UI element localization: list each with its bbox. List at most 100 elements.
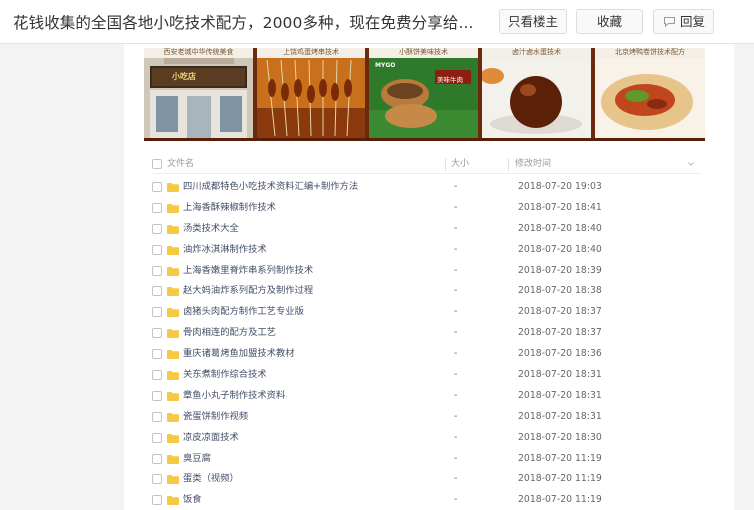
row-checkbox[interactable] — [152, 474, 162, 485]
file-row[interactable]: 卤猪头肉配方制作工艺专业版 - 2018-07-20 18:37 — [152, 302, 702, 323]
row-checkbox[interactable] — [152, 495, 162, 506]
folder-icon — [167, 475, 179, 485]
file-rows: 四川成都特色小吃技术资料汇编+制作方法 - 2018-07-20 19:03 上海香酥… — [152, 174, 702, 510]
file-row[interactable]: 蛋类（视频） - 2018-07-20 11:19 — [152, 469, 702, 490]
column-modified-time[interactable]: 修改时间 — [515, 155, 551, 174]
banner-tile-skewers: 上饶鸡蛋烤串技术 — [257, 48, 365, 138]
folder-icon — [167, 412, 179, 422]
file-modified-time: 2018-07-20 18:37 — [518, 306, 602, 318]
row-checkbox[interactable] — [152, 390, 162, 401]
file-name-link[interactable]: 关东煮制作综合技术 — [183, 365, 267, 386]
file-row[interactable]: 骨肉相连的配方及工艺 - 2018-07-20 18:37 — [152, 323, 702, 344]
column-filename[interactable]: 文件名 — [167, 155, 194, 174]
row-checkbox[interactable] — [152, 265, 162, 276]
column-divider[interactable] — [508, 158, 509, 171]
row-checkbox[interactable] — [152, 223, 162, 234]
file-modified-time: 2018-07-20 18:36 — [518, 348, 602, 360]
file-list: 文件名 大小 修改时间 四川成都特色小吃技术资料汇编+制作方法 - 2018-07-… — [152, 155, 702, 510]
file-name-link[interactable]: 上海香酥辣椒制作技术 — [183, 198, 276, 219]
file-row[interactable]: 饭食 - 2018-07-20 11:19 — [152, 490, 702, 510]
file-size: - — [454, 452, 458, 464]
row-checkbox[interactable] — [152, 286, 162, 297]
file-modified-time: 2018-07-20 11:19 — [518, 452, 602, 464]
file-name-link[interactable]: 汤类技术大全 — [183, 219, 239, 240]
row-checkbox[interactable] — [152, 307, 162, 318]
only-op-button[interactable]: 只看楼主 — [499, 9, 567, 34]
file-modified-time: 2018-07-20 18:38 — [518, 285, 602, 297]
egg-illustration — [482, 58, 591, 138]
file-size: - — [454, 369, 458, 381]
reply-label: 回复 — [680, 14, 706, 29]
folder-icon — [167, 287, 179, 297]
post-content: 西安老城中华传统美食 小吃店 上饶鸡蛋烤串技术 小酥饼美味技术 MYGO 美味牛… — [124, 44, 734, 510]
file-row[interactable]: 油炸冰淇淋制作技术 - 2018-07-20 18:40 — [152, 240, 702, 261]
row-checkbox[interactable] — [152, 432, 162, 443]
file-modified-time: 2018-07-20 18:41 — [518, 201, 602, 213]
folder-icon — [167, 183, 179, 192]
file-row[interactable]: 上海香嫩里脊炸串系列制作技术 - 2018-07-20 18:39 — [152, 261, 702, 282]
file-row[interactable]: 凉皮凉面技术 - 2018-07-20 18:30 — [152, 428, 702, 449]
file-modified-time: 2018-07-20 18:37 — [518, 327, 602, 339]
banner-tile-egg: 卤汁卤水蛋技术 — [482, 48, 591, 138]
row-checkbox[interactable] — [152, 411, 162, 422]
select-all-checkbox[interactable] — [152, 159, 162, 169]
file-name-link[interactable]: 章鱼小丸子制作技术资料 — [183, 386, 285, 407]
folder-icon — [167, 454, 179, 464]
folder-icon — [167, 391, 179, 401]
file-name-link[interactable]: 卤猪头肉配方制作工艺专业版 — [183, 302, 304, 323]
file-size: - — [454, 285, 458, 297]
file-row[interactable]: 瓷蛋饼制作视频 - 2018-07-20 18:31 — [152, 407, 702, 428]
sort-chevron-icon[interactable] — [688, 162, 694, 166]
file-name-link[interactable]: 瓷蛋饼制作视频 — [183, 407, 248, 428]
file-row[interactable]: 赵大妈油炸系列配方及制作过程 - 2018-07-20 18:38 — [152, 281, 702, 302]
row-checkbox[interactable] — [152, 370, 162, 381]
row-checkbox[interactable] — [152, 202, 162, 213]
row-checkbox[interactable] — [152, 453, 162, 464]
file-name-link[interactable]: 臭豆腐 — [183, 449, 211, 470]
folder-icon — [167, 496, 179, 506]
file-size: - — [454, 264, 458, 276]
reply-button[interactable]: 回复 — [653, 9, 714, 34]
file-name-link[interactable]: 饭食 — [183, 490, 202, 510]
banner-tile-storefront: 西安老城中华传统美食 小吃店 — [144, 48, 253, 138]
column-divider[interactable] — [445, 158, 446, 171]
pastry-illustration — [369, 58, 478, 138]
row-checkbox[interactable] — [152, 349, 162, 360]
file-row[interactable]: 汤类技术大全 - 2018-07-20 18:40 — [152, 219, 702, 240]
favorite-button[interactable]: 收藏 — [576, 9, 643, 34]
file-name-link[interactable]: 骨肉相连的配方及工艺 — [183, 323, 276, 344]
file-name-link[interactable]: 赵大妈油炸系列配方及制作过程 — [183, 281, 313, 302]
file-size: - — [454, 201, 458, 213]
shop-sign-text: 小吃店 — [172, 72, 196, 81]
file-row[interactable]: 上海香酥辣椒制作技术 - 2018-07-20 18:41 — [152, 198, 702, 219]
post-title: 花钱收集的全国各地小吃技术配方，2000多种，现在免费分享给... — [13, 14, 474, 32]
file-modified-time: 2018-07-20 11:19 — [518, 473, 602, 485]
file-name-link[interactable]: 油炸冰淇淋制作技术 — [183, 240, 267, 261]
banner-caption: 小酥饼美味技术 — [369, 48, 478, 58]
column-size[interactable]: 大小 — [451, 155, 469, 174]
file-name-link[interactable]: 四川成都特色小吃技术资料汇编+制作方法 — [183, 177, 358, 198]
skewers-illustration — [257, 58, 365, 138]
folder-icon — [167, 433, 179, 443]
file-name-link[interactable]: 蛋类（视频） — [183, 469, 239, 490]
file-modified-time: 2018-07-20 18:31 — [518, 389, 602, 401]
file-name-link[interactable]: 凉皮凉面技术 — [183, 428, 239, 449]
file-row[interactable]: 关东煮制作综合技术 - 2018-07-20 18:31 — [152, 365, 702, 386]
row-checkbox[interactable] — [152, 244, 162, 255]
file-modified-time: 2018-07-20 18:31 — [518, 369, 602, 381]
file-size: - — [454, 348, 458, 360]
folder-icon — [167, 350, 179, 360]
banner-caption: 上饶鸡蛋烤串技术 — [257, 48, 365, 58]
file-row[interactable]: 四川成都特色小吃技术资料汇编+制作方法 - 2018-07-20 19:03 — [152, 177, 702, 198]
file-modified-time: 2018-07-20 11:19 — [518, 494, 602, 506]
file-size: - — [454, 181, 458, 192]
file-name-link[interactable]: 重庆诸葛烤鱼加盟技术教材 — [183, 344, 295, 365]
file-name-link[interactable]: 上海香嫩里脊炸串系列制作技术 — [183, 261, 313, 282]
row-checkbox[interactable] — [152, 328, 162, 339]
file-row[interactable]: 章鱼小丸子制作技术资料 - 2018-07-20 18:31 — [152, 386, 702, 407]
banner-caption: 北京烤鸭卷饼技术配方 — [595, 48, 705, 58]
file-row[interactable]: 臭豆腐 - 2018-07-20 11:19 — [152, 449, 702, 470]
file-size: - — [454, 431, 458, 443]
file-row[interactable]: 重庆诸葛烤鱼加盟技术教材 - 2018-07-20 18:36 — [152, 344, 702, 365]
row-checkbox[interactable] — [152, 182, 162, 192]
